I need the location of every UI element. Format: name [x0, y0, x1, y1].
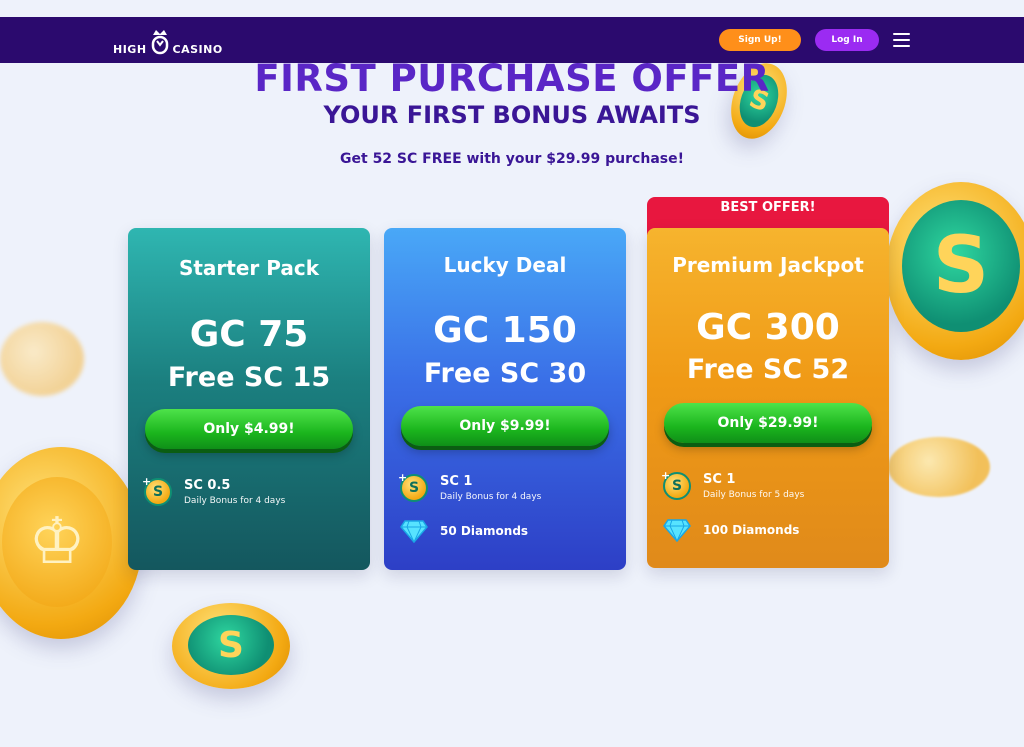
offer-gc-amount: GC 300 [696, 307, 840, 348]
top-navigation-bar: HIGH CASINO Sign Up! Log In [0, 17, 1024, 63]
logo-crown-icon [149, 27, 171, 55]
logo-text-right: CASINO [172, 43, 223, 56]
log-in-button[interactable]: Log In [815, 29, 879, 51]
site-logo[interactable]: HIGH CASINO [113, 27, 223, 55]
sign-up-button[interactable]: Sign Up! [719, 29, 801, 51]
daily-bonus-perk: + S SC 0.5 Daily Bonus for 4 days [142, 475, 286, 508]
daily-bonus-perk: + S SC 1 Daily Bonus for 4 days [398, 471, 542, 504]
offer-gc-amount: GC 75 [189, 314, 309, 355]
diamond-icon [663, 519, 691, 542]
decorative-coin-right-small [888, 437, 990, 497]
decorative-coin-bottom: S [172, 603, 290, 689]
diamonds-label: 100 Diamonds [703, 523, 800, 537]
buy-button[interactable]: Only $29.99! [664, 403, 872, 443]
promo-text: Get 52 SC FREE with your $29.99 purchase… [340, 151, 684, 167]
page-title: FIRST PURCHASE OFFER [254, 57, 770, 100]
perk-description: Daily Bonus for 5 days [703, 490, 805, 500]
perk-description: Daily Bonus for 4 days [184, 496, 286, 506]
offer-sc-amount: Free SC 30 [423, 358, 587, 389]
sc-coin-icon: + S [398, 471, 428, 502]
diamonds-label: 50 Diamonds [440, 524, 529, 538]
decorative-coin-right-large: S [886, 182, 1024, 360]
perk-description: Daily Bonus for 4 days [440, 492, 542, 502]
buy-button[interactable]: Only $4.99! [145, 409, 353, 449]
sc-coin-icon: + S [142, 475, 172, 506]
offer-name: Lucky Deal [443, 253, 567, 277]
perk-title: SC 0.5 [184, 478, 231, 493]
offer-card-premium: Premium Jackpot GC 300 Free SC 52 Only $… [647, 228, 889, 568]
page-subtitle: YOUR FIRST BONUS AWAITS [323, 101, 701, 129]
offer-card-starter: Starter Pack GC 75 Free SC 15 Only $4.99… [128, 228, 370, 570]
offer-name: Starter Pack [178, 256, 320, 280]
decorative-coin-left-blurred [0, 322, 84, 396]
offer-sc-amount: Free SC 15 [167, 362, 331, 393]
decorative-chip-left: ♔ [0, 447, 142, 639]
logo-text-left: HIGH [113, 43, 147, 56]
diamonds-perk: 100 Diamonds [663, 518, 799, 542]
diamonds-perk: 50 Diamonds [400, 519, 528, 543]
daily-bonus-perk: + S SC 1 Daily Bonus for 5 days [661, 469, 805, 502]
offer-name: Premium Jackpot [672, 253, 864, 277]
perk-title: SC 1 [703, 472, 736, 487]
buy-button[interactable]: Only $9.99! [401, 406, 609, 446]
offer-card-lucky: Lucky Deal GC 150 Free SC 30 Only $9.99!… [384, 228, 626, 570]
diamond-icon [400, 520, 428, 543]
sc-coin-icon: + S [661, 469, 691, 500]
offer-sc-amount: Free SC 52 [686, 354, 850, 385]
offer-gc-amount: GC 150 [433, 310, 577, 351]
perk-title: SC 1 [440, 474, 473, 489]
menu-icon[interactable] [893, 33, 910, 47]
